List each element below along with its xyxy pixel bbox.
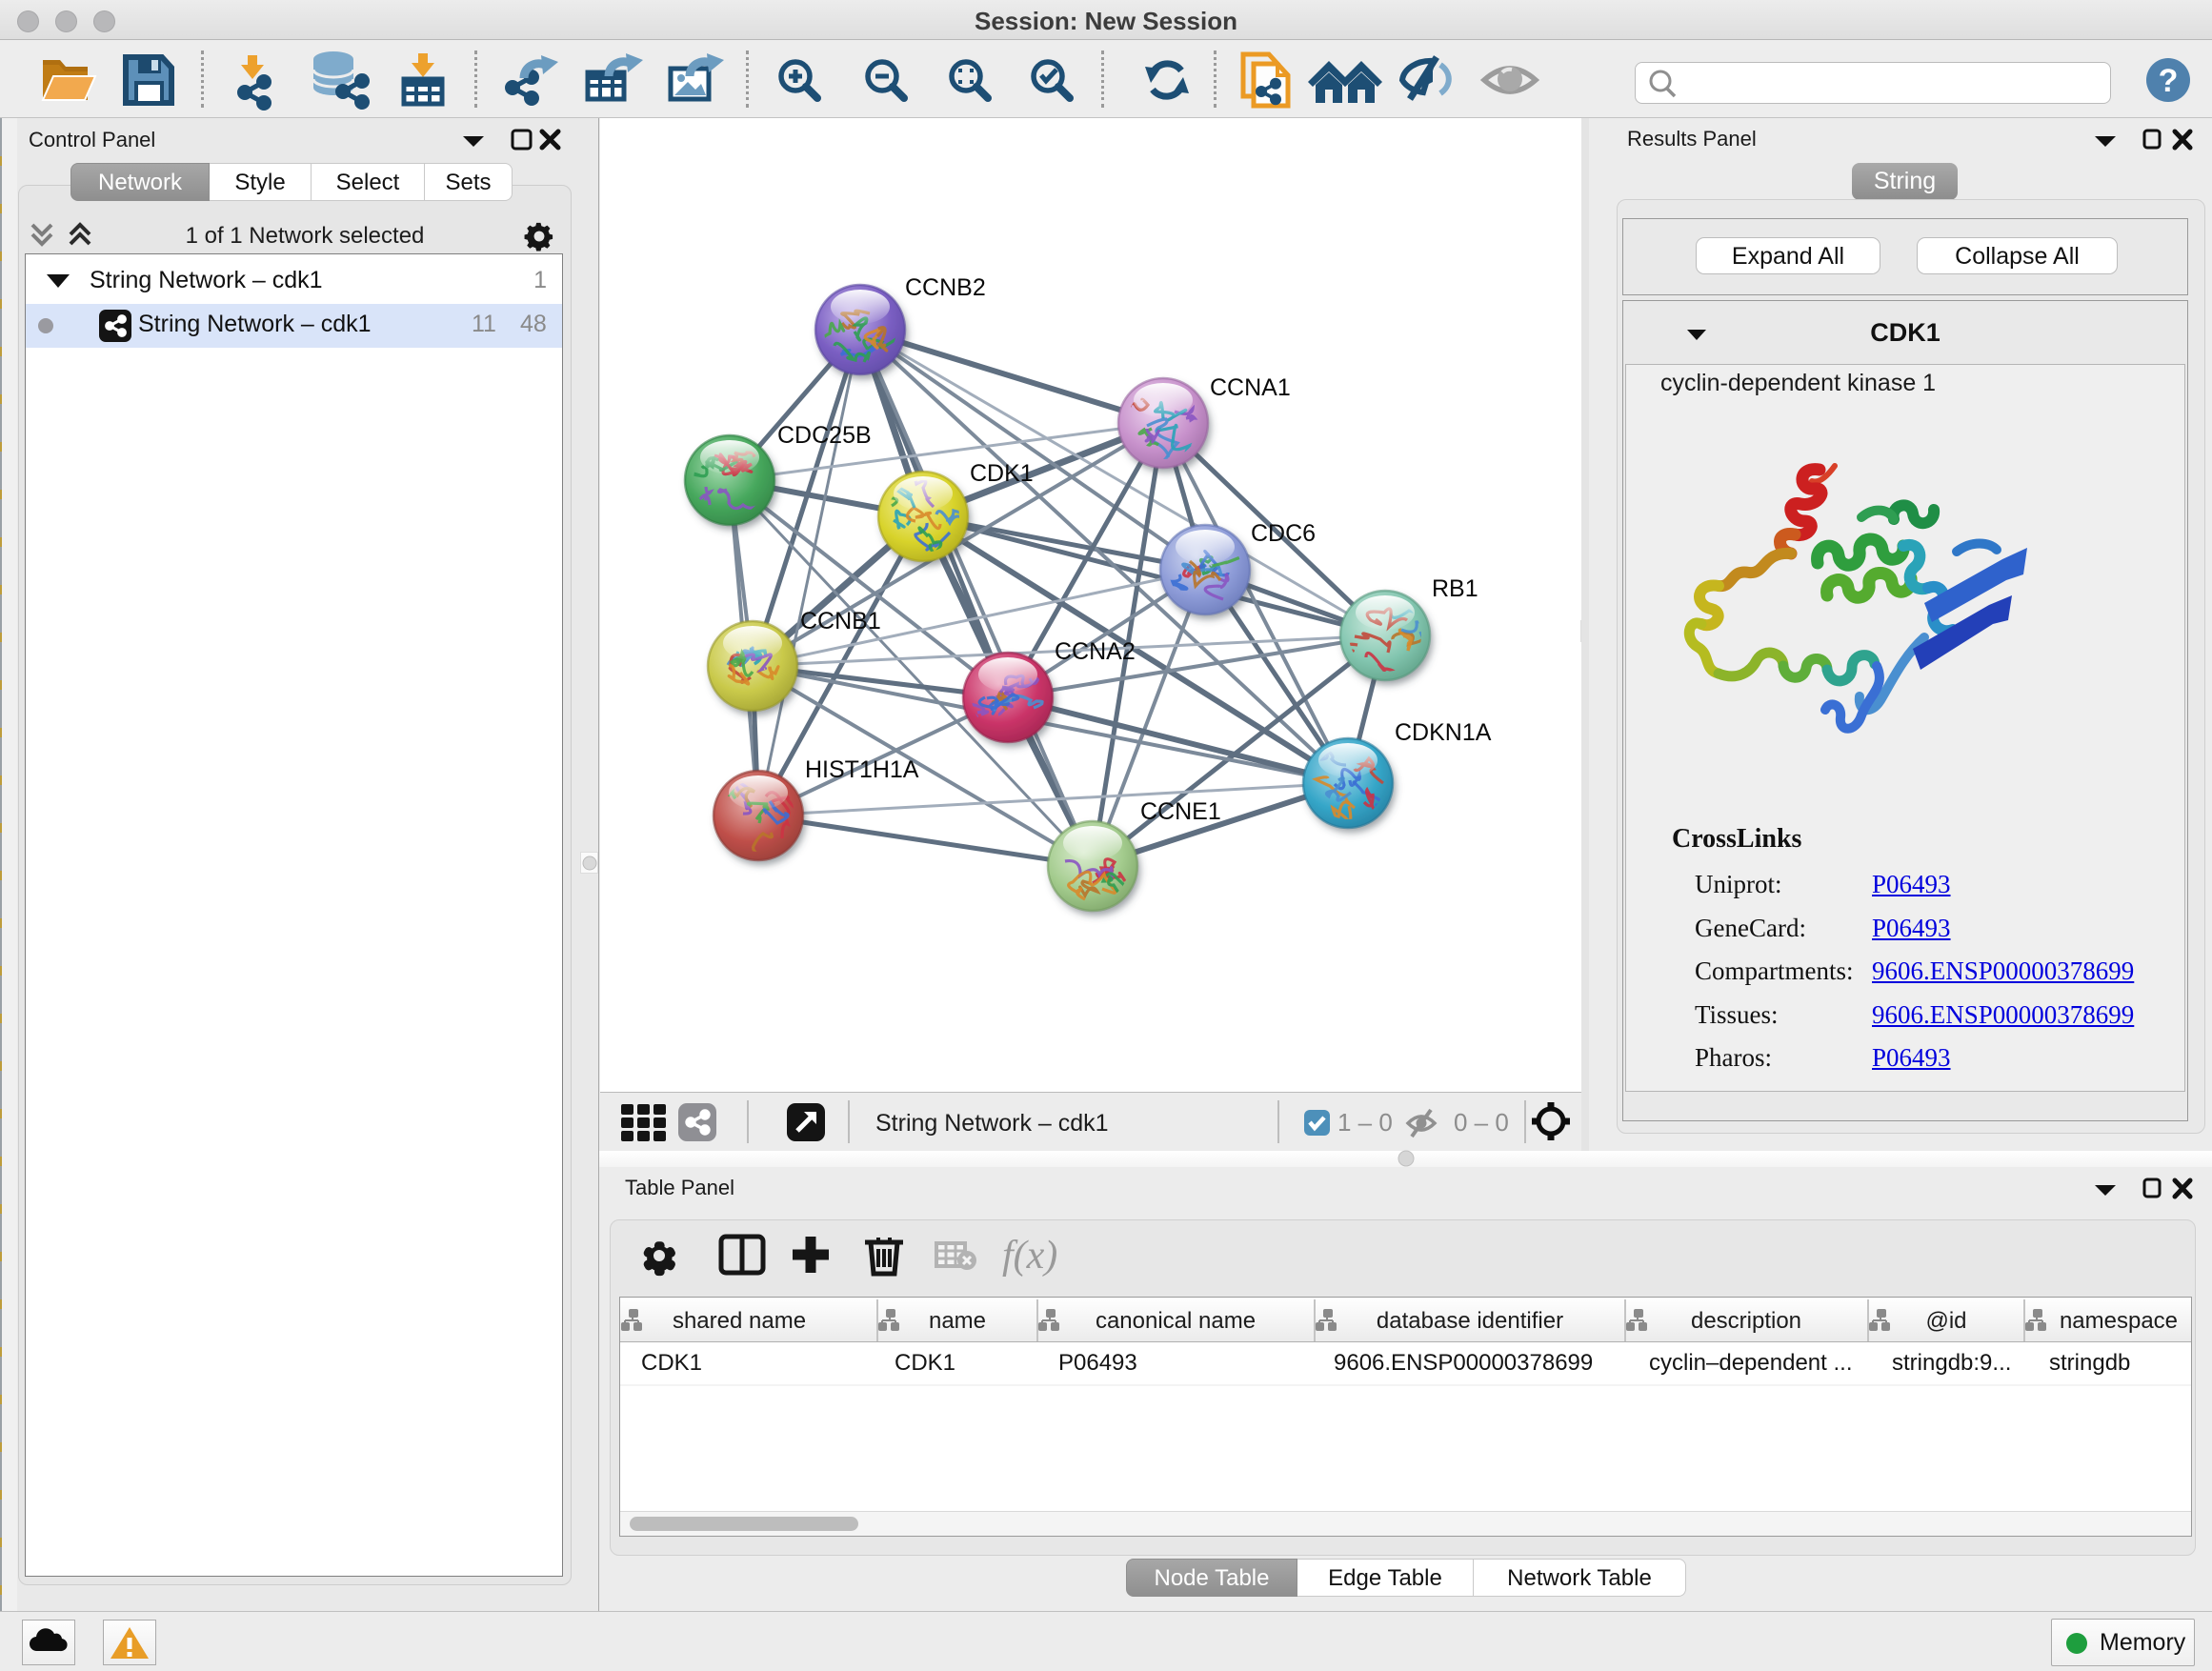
svg-text:CDC25B: CDC25B — [777, 422, 872, 449]
svg-text:description: description — [1691, 1308, 1801, 1334]
svg-text:CCNB2: CCNB2 — [905, 274, 986, 301]
svg-text:CDK1: CDK1 — [641, 1350, 702, 1376]
svg-text:String Network – cdk1: String Network – cdk1 — [875, 1110, 1109, 1137]
svg-text:CCNA2: CCNA2 — [1055, 638, 1136, 665]
svg-text:cyclin–dependent ...: cyclin–dependent ... — [1649, 1350, 1852, 1376]
svg-text:name: name — [929, 1308, 986, 1334]
svg-text:CDC6: CDC6 — [1251, 520, 1316, 547]
svg-text:CDKN1A: CDKN1A — [1395, 719, 1492, 746]
svg-text:f(x): f(x) — [1002, 1234, 1057, 1278]
svg-text:stringdb: stringdb — [2049, 1350, 2130, 1376]
svg-text:CDK1: CDK1 — [970, 460, 1034, 487]
svg-text:database identifier: database identifier — [1377, 1308, 1563, 1334]
svg-text:CCNB1: CCNB1 — [800, 608, 881, 634]
svg-text:CCNA1: CCNA1 — [1210, 374, 1291, 401]
svg-text:CDK1: CDK1 — [895, 1350, 955, 1376]
svg-text:HIST1H1A: HIST1H1A — [805, 756, 919, 783]
svg-text:0 – 0: 0 – 0 — [1454, 1108, 1509, 1137]
svg-text:shared name: shared name — [673, 1308, 806, 1334]
svg-text:RB1: RB1 — [1432, 575, 1478, 602]
svg-text:@id: @id — [1925, 1308, 1966, 1334]
svg-text:stringdb:9...: stringdb:9... — [1892, 1350, 2011, 1376]
svg-text:namespace: namespace — [2060, 1308, 2178, 1334]
svg-text:9606.ENSP00000378699: 9606.ENSP00000378699 — [1334, 1350, 1593, 1376]
svg-text:P06493: P06493 — [1058, 1350, 1137, 1376]
svg-text:CCNE1: CCNE1 — [1140, 798, 1221, 825]
svg-text:1 – 0: 1 – 0 — [1337, 1108, 1393, 1137]
svg-text:?: ? — [2159, 63, 2179, 99]
svg-text:canonical name: canonical name — [1096, 1308, 1256, 1334]
